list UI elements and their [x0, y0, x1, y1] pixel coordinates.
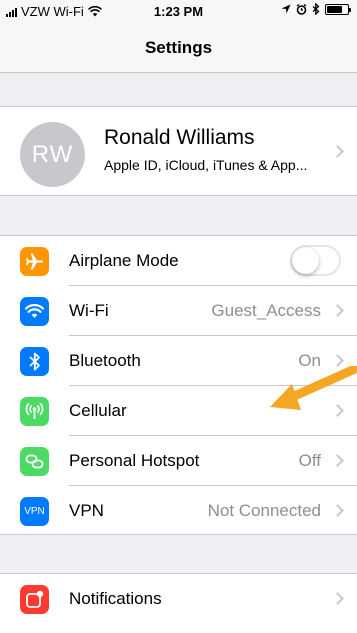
chevron-right-icon [331, 592, 344, 605]
personal-hotspot-value: Off [298, 451, 321, 470]
avatar: RW [20, 122, 85, 187]
location-icon [281, 4, 291, 14]
vpn-row[interactable]: VPN VPN Not Connected [0, 486, 357, 536]
notifications-group: Notifications [0, 573, 357, 633]
personal-hotspot-row[interactable]: Personal Hotspot Off [0, 436, 357, 486]
vpn-icon: VPN [20, 497, 49, 526]
profile-subtitle: Apple ID, iCloud, iTunes & App... [104, 157, 308, 173]
bluetooth-icon [312, 3, 320, 15]
hotspot-icon [20, 447, 49, 476]
chevron-right-icon [331, 454, 344, 467]
bluetooth-icon [20, 347, 49, 376]
chevron-right-icon [331, 504, 344, 517]
bluetooth-label: Bluetooth [69, 351, 141, 370]
arrow-annotation [270, 366, 357, 410]
alarm-icon [296, 3, 307, 15]
cellular-icon [20, 397, 49, 426]
page-title: Settings [144, 38, 213, 57]
status-right [281, 3, 351, 15]
wifi-value: Guest_Access [211, 301, 321, 320]
wifi-icon [20, 297, 49, 326]
battery-icon [325, 3, 351, 15]
chevron-right-icon [331, 304, 344, 317]
notifications-row[interactable]: Notifications [0, 574, 357, 624]
cellular-label: Cellular [69, 401, 127, 420]
notifications-label: Notifications [69, 589, 162, 608]
nav-bar: Settings [0, 22, 357, 73]
chevron-right-icon [331, 145, 344, 158]
airplane-icon [20, 247, 49, 276]
airplane-mode-row[interactable]: Airplane Mode [0, 236, 357, 286]
status-bar: VZW Wi-Fi 1:23 PM [0, 0, 357, 22]
wifi-row[interactable]: Wi-Fi Guest_Access [0, 286, 357, 336]
chevron-right-icon [331, 354, 344, 367]
vpn-value: Not Connected [207, 501, 321, 520]
vpn-label: VPN [69, 501, 104, 520]
profile-row[interactable]: RW Ronald Williams Apple ID, iCloud, iTu… [0, 106, 357, 196]
personal-hotspot-label: Personal Hotspot [69, 451, 200, 470]
notifications-icon [20, 585, 49, 614]
airplane-mode-toggle[interactable] [290, 245, 341, 276]
wifi-label: Wi-Fi [69, 301, 109, 320]
toggle-knob [292, 247, 319, 274]
profile-name: Ronald Williams [104, 126, 255, 149]
airplane-mode-label: Airplane Mode [69, 251, 179, 270]
